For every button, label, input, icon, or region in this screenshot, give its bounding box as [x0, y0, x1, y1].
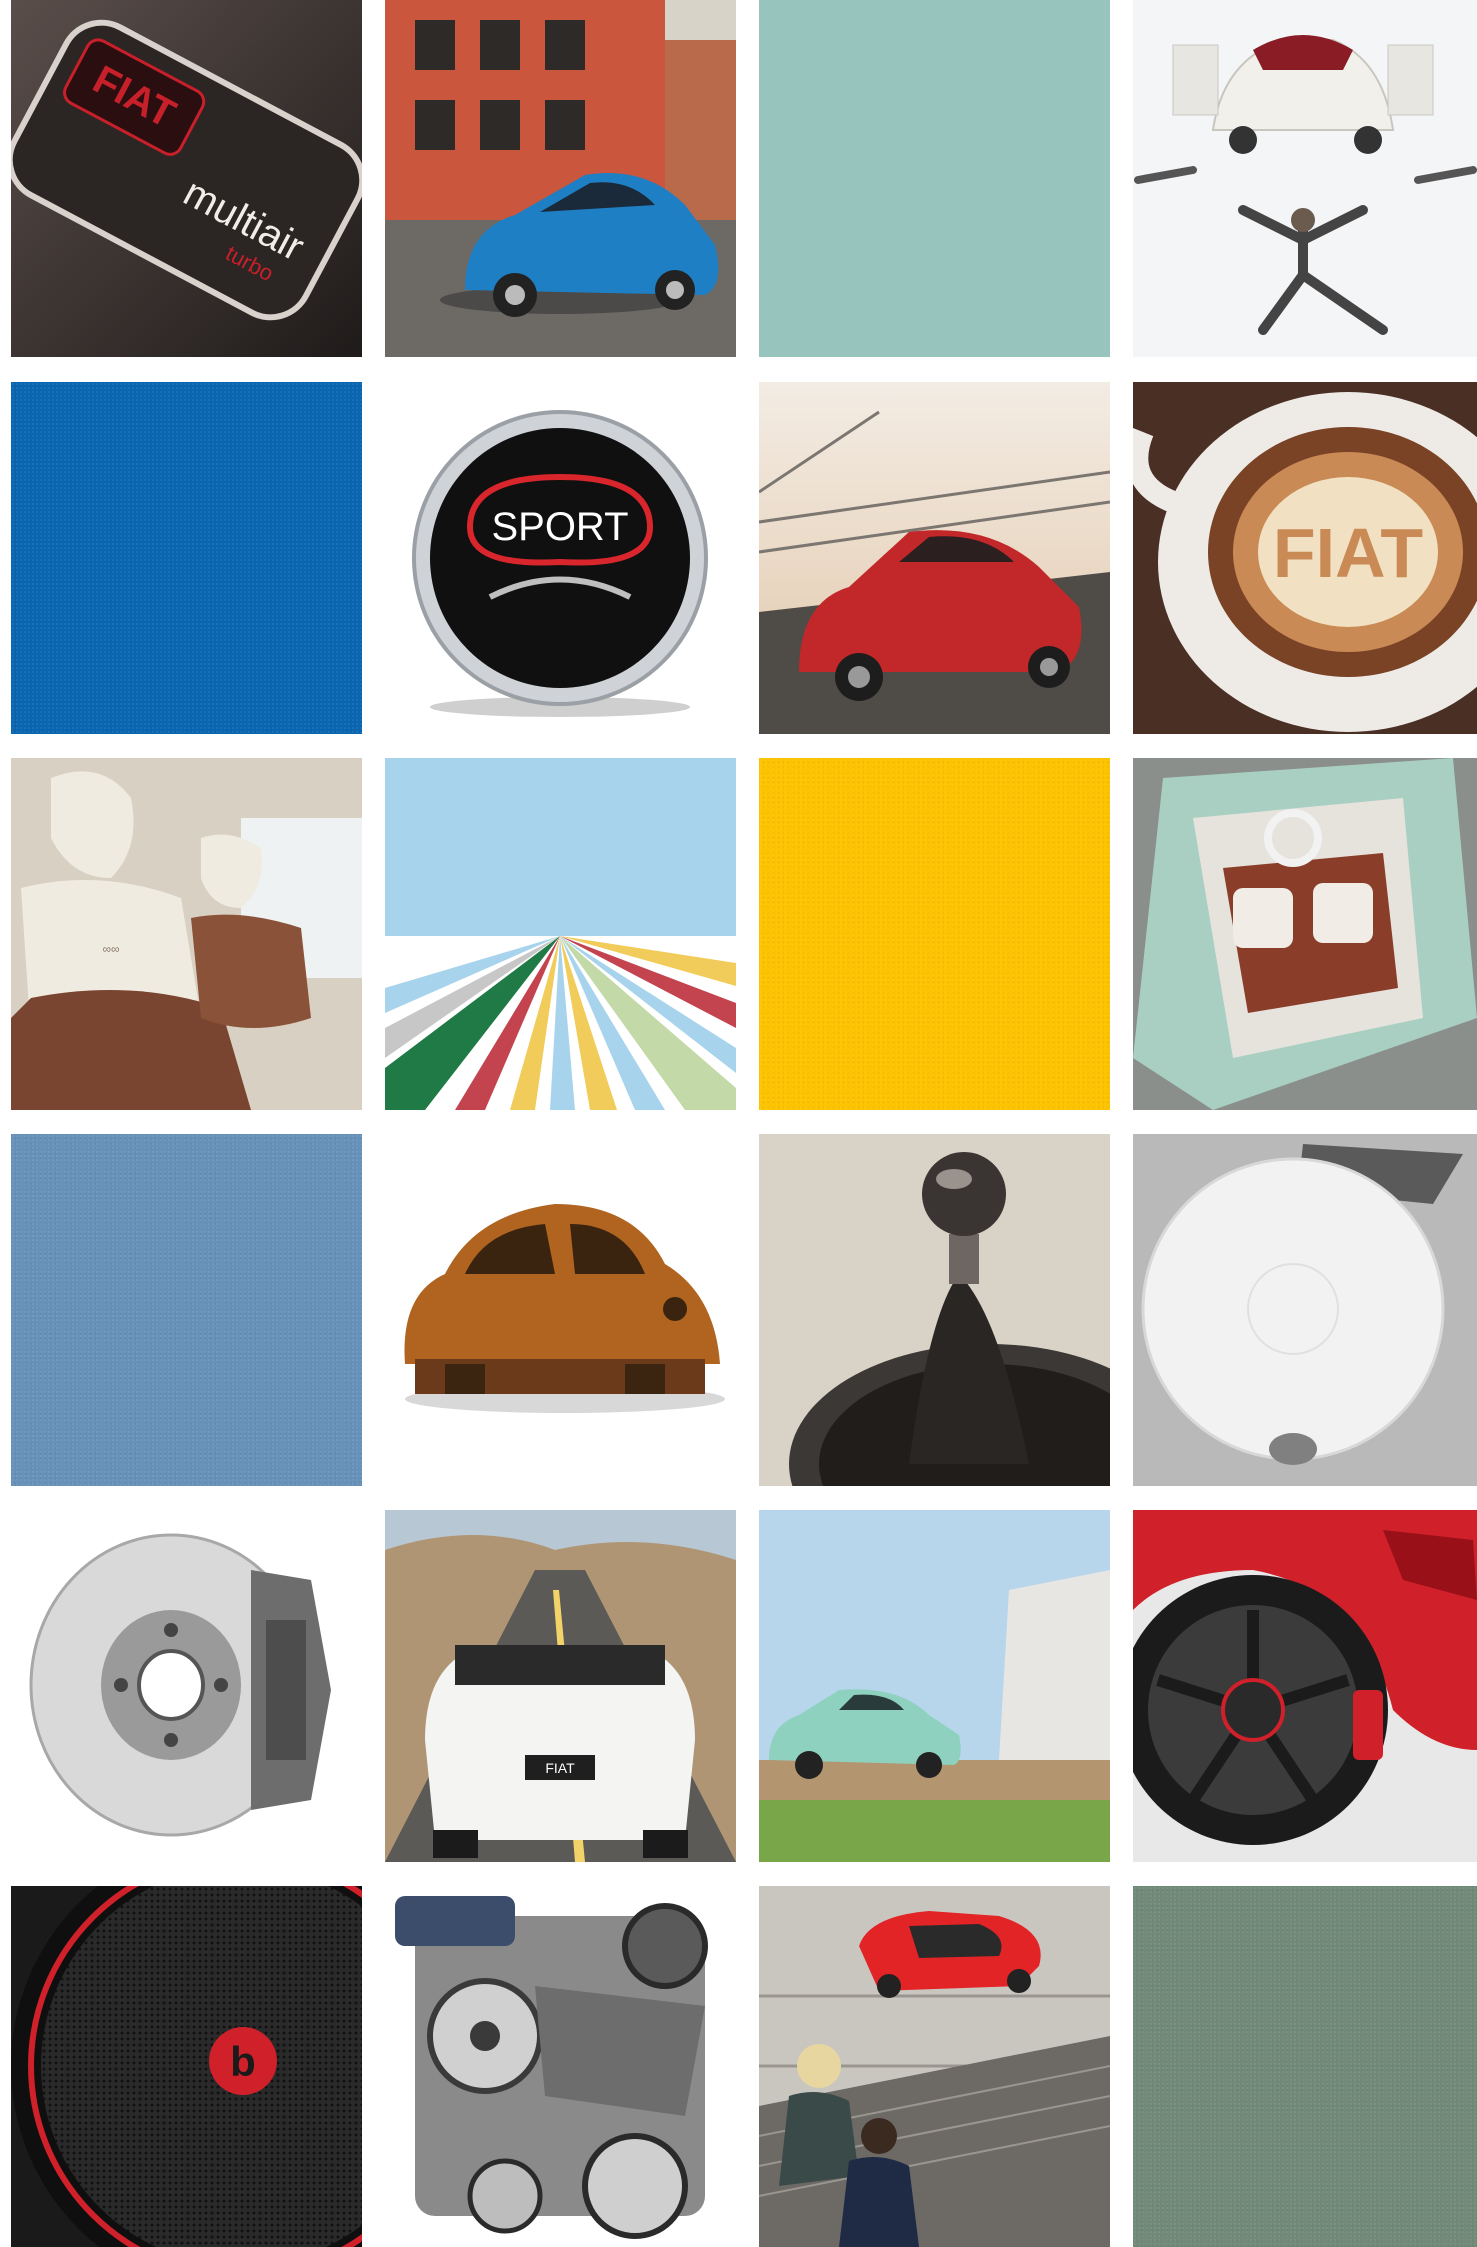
- license-plate-text: FIAT: [545, 1760, 575, 1776]
- gear-shifter-image: [759, 1134, 1110, 1486]
- tile-vintage-body[interactable]: [385, 1134, 736, 1486]
- tile-red-500-bridge[interactable]: [759, 382, 1110, 734]
- mint-car-fountain-image: [759, 1510, 1110, 1862]
- tile-seats[interactable]: ∞∞: [11, 758, 362, 1110]
- sport-label: SPORT: [491, 505, 628, 549]
- stripes-graphic: [385, 758, 736, 1110]
- tile-color-blue[interactable]: [11, 382, 362, 734]
- convertible-top-view-image: [1133, 758, 1477, 1110]
- red-car-stairs-image: [759, 1886, 1110, 2247]
- tile-airbag[interactable]: [1133, 1134, 1477, 1486]
- blue-swatch: [11, 382, 362, 734]
- sport-button-image: SPORT: [385, 382, 736, 734]
- tile-multiair-badge[interactable]: FIAT multiair turbo: [11, 0, 362, 357]
- red-car-bridge-image: [759, 382, 1110, 734]
- yellow-swatch: [759, 758, 1110, 1110]
- tile-sport-button[interactable]: SPORT: [385, 382, 736, 734]
- teal-swatch: [759, 0, 1110, 357]
- engine-image: [385, 1886, 736, 2247]
- tile-color-sage[interactable]: [1133, 1886, 1477, 2247]
- airbag-image: [1133, 1134, 1477, 1486]
- tile-mint-500-fountain[interactable]: [759, 1510, 1110, 1862]
- red-wheel-image: [1133, 1510, 1477, 1862]
- multiair-badge-image: FIAT multiair turbo: [11, 0, 362, 357]
- snow-angels-image: [1133, 0, 1477, 357]
- tile-red-500-stairs[interactable]: [759, 1886, 1110, 2247]
- tile-convertible-road[interactable]: FIAT: [385, 1510, 736, 1862]
- tile-snow-angels[interactable]: [1133, 0, 1477, 357]
- tile-fiat-latte[interactable]: FIAT: [1133, 382, 1477, 734]
- beats-logo-text: b: [230, 2038, 256, 2085]
- latte-cup-image: FIAT: [1133, 382, 1477, 734]
- tile-beats-speaker[interactable]: b: [11, 1886, 362, 2247]
- brake-disc-image: [11, 1510, 362, 1862]
- tile-brake-disc[interactable]: [11, 1510, 362, 1862]
- steel-blue-swatch: [11, 1134, 362, 1486]
- tile-red-wheel[interactable]: [1133, 1510, 1477, 1862]
- svg-text:∞∞: ∞∞: [102, 942, 119, 956]
- tile-color-steel-blue[interactable]: [11, 1134, 362, 1486]
- seats-image: ∞∞: [11, 758, 362, 1110]
- tile-stripes-graphic[interactable]: [385, 758, 736, 1110]
- tile-color-teal[interactable]: [759, 0, 1110, 357]
- tile-color-yellow[interactable]: [759, 758, 1110, 1110]
- sage-swatch: [1133, 1886, 1477, 2247]
- tile-convertible-top-view[interactable]: [1133, 758, 1477, 1110]
- vintage-body-image: [385, 1134, 736, 1486]
- beats-speaker-image: b: [11, 1886, 362, 2247]
- convertible-road-image: FIAT: [385, 1510, 736, 1862]
- tile-engine[interactable]: [385, 1886, 736, 2247]
- latte-art-text: FIAT: [1273, 514, 1423, 592]
- tile-gear-shifter[interactable]: [759, 1134, 1110, 1486]
- tile-blue-500-street[interactable]: [385, 0, 736, 357]
- blue-car-street-image: [385, 0, 736, 357]
